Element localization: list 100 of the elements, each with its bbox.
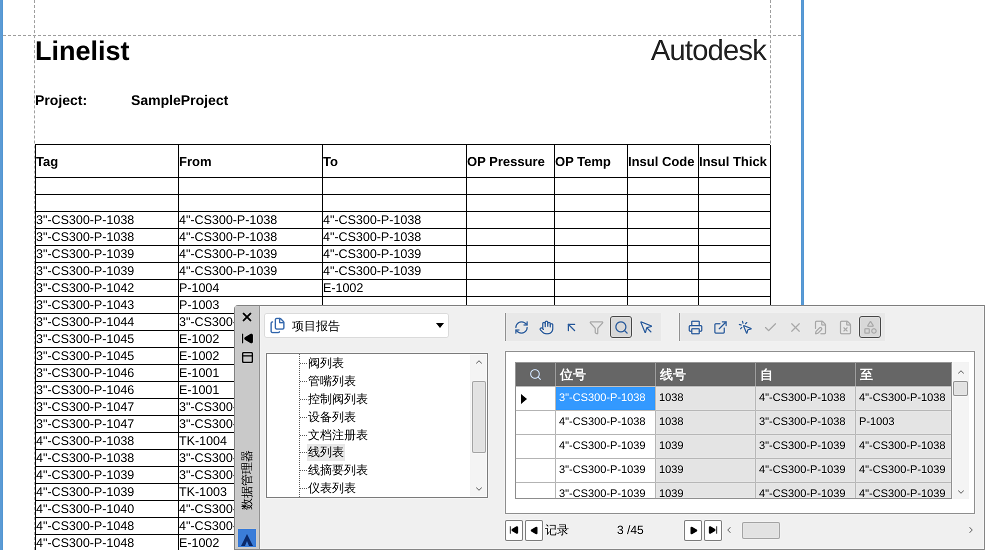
table-cell: 4"-CS300-P-1048 xyxy=(36,535,179,550)
table-cell: 4"-CS300-P-1040 xyxy=(36,501,179,518)
scrollbar-thumb[interactable] xyxy=(472,381,486,453)
grid-cell[interactable]: 1039 xyxy=(655,435,755,458)
table-cell xyxy=(699,263,771,280)
table-cell: 4"-CS300-P-1038 xyxy=(36,450,179,467)
grid-cell[interactable]: 4"-CS300-P-1039 xyxy=(855,483,951,498)
table-cell xyxy=(699,195,771,212)
tree-item[interactable]: 线列表 xyxy=(307,444,345,462)
project-label: Project: xyxy=(35,91,88,108)
edit-icon xyxy=(812,320,828,334)
column-header: OP Pressure xyxy=(467,145,555,178)
table-cell: 3"-CS300-P-1039 xyxy=(36,246,179,263)
scrollbar-thumb[interactable] xyxy=(953,381,968,396)
table-cell xyxy=(699,212,771,229)
table-cell: 4"-CS300-P-1039 xyxy=(179,246,323,263)
table-cell: P-1004 xyxy=(179,280,323,297)
pointer-icon xyxy=(638,320,654,334)
first-icon xyxy=(509,525,519,535)
table-cell xyxy=(628,212,699,229)
table-cell: 3"-CS300-P-1046 xyxy=(36,382,179,399)
grid-cell[interactable]: 3"-CS300-P-1039 xyxy=(755,435,855,458)
grid-column-header[interactable]: 至 xyxy=(855,363,951,386)
table-cell: 4"-CS300-P-1048 xyxy=(36,518,179,535)
properties-icon[interactable] xyxy=(240,351,254,364)
column-header: Insul Code xyxy=(628,145,699,178)
grid-cell[interactable]: 4"-CS300-P-1038 xyxy=(755,387,855,410)
search-icon xyxy=(529,368,542,381)
app-logo-icon[interactable] xyxy=(238,529,256,547)
grid-cell[interactable]: P-1003 xyxy=(855,411,951,434)
export-icon xyxy=(712,320,728,334)
filter-icon xyxy=(588,320,604,334)
logo: Autodesk xyxy=(650,36,766,66)
report-icon xyxy=(269,317,286,334)
report-select[interactable]: 项目报告 xyxy=(264,313,449,338)
grid-cell[interactable]: 4"-CS300-P-1038 xyxy=(855,387,951,410)
scrollbar[interactable] xyxy=(952,362,969,499)
table-cell: 4"-CS300-P-1038 xyxy=(323,229,467,246)
project-name: SampleProject xyxy=(131,91,228,108)
grid-cell[interactable]: 4"-CS300-P-1038 xyxy=(855,435,951,458)
grid-cell[interactable]: 1039 xyxy=(655,483,755,498)
grid-cell[interactable]: 1038 xyxy=(655,411,755,434)
record-label: 记录 xyxy=(545,522,570,539)
table-cell: E-1002 xyxy=(323,280,467,297)
table-cell: 3"-CS300-P-1046 xyxy=(36,365,179,382)
table-cell: 3"-CS300-P-1042 xyxy=(36,280,179,297)
table-cell: 4"-CS300-P-1039 xyxy=(36,484,179,501)
grid-column-header[interactable]: 位号 xyxy=(555,363,655,386)
table-cell: 4"-CS300-P-1038 xyxy=(36,433,179,450)
last-record-button[interactable] xyxy=(704,520,722,540)
refresh-icon xyxy=(514,320,528,334)
first-record-button[interactable] xyxy=(505,520,523,540)
column-header: Tag xyxy=(36,145,179,178)
table-cell: 3"-CS300-P-1038 xyxy=(36,212,179,229)
table-cell xyxy=(699,246,771,263)
record-position: 3 /45 xyxy=(617,522,645,539)
table-cell: 4"-CS300-P-1038 xyxy=(323,212,467,229)
grid-column-header[interactable]: 线号 xyxy=(655,363,755,386)
previous-record-button[interactable] xyxy=(525,520,543,540)
table-cell: 3"-CS300-P-1044 xyxy=(36,314,179,331)
column-header: Insul Thick xyxy=(699,145,771,178)
table-cell: 3"-CS300-P-1047 xyxy=(36,416,179,433)
grid-cell[interactable]: 3"-CS300-P-1038 xyxy=(755,411,855,434)
table-cell: 4"-CS300-P-1039 xyxy=(179,263,323,280)
search-icon xyxy=(614,320,628,334)
scrollbar-thumb[interactable] xyxy=(742,522,780,538)
table-cell: 3"-CS300-P-1043 xyxy=(36,297,179,314)
last-icon xyxy=(708,525,718,535)
column-header: OP Temp xyxy=(555,145,628,178)
table-cell xyxy=(628,263,699,280)
table-cell: 3"-CS300-P-1045 xyxy=(36,331,179,348)
table-cell: 3"-CS300-P-1047 xyxy=(36,399,179,416)
collapse-icon[interactable] xyxy=(240,332,254,345)
hand-icon xyxy=(538,320,554,334)
document-title: Linelist xyxy=(35,36,130,66)
toolbar-button[interactable] xyxy=(610,316,632,338)
scrollbar[interactable] xyxy=(470,354,487,497)
table-cell: 3"-CS300-P-1045 xyxy=(36,348,179,365)
letter-a-icon xyxy=(240,533,254,547)
table-cell: 4"-CS300-P-1038 xyxy=(179,229,323,246)
table-cell: 4"-CS300-P-1038 xyxy=(179,212,323,229)
grid-cell[interactable]: 4"-CS300-P-1039 xyxy=(755,483,855,498)
grid-column-header[interactable]: 自 xyxy=(755,363,855,386)
next-icon xyxy=(688,526,698,534)
table-cell xyxy=(628,246,699,263)
grid-cell[interactable]: 1039 xyxy=(655,459,755,482)
grid-cell[interactable]: 1038 xyxy=(655,387,755,410)
table-cell: 4"-CS300-P-1039 xyxy=(323,263,467,280)
table-cell xyxy=(699,178,771,195)
table-cell: 3"-CS300-P-1038 xyxy=(36,229,179,246)
table-cell xyxy=(628,195,699,212)
click-icon xyxy=(738,320,752,334)
column-header: To xyxy=(323,145,467,178)
table-cell xyxy=(628,229,699,246)
file-x-icon xyxy=(838,320,852,334)
grid-cell[interactable]: 4"-CS300-P-1039 xyxy=(855,459,951,482)
next-record-button[interactable] xyxy=(684,520,702,540)
table-cell xyxy=(628,178,699,195)
close-icon[interactable] xyxy=(240,310,254,324)
grid-cell[interactable]: 4"-CS300-P-1039 xyxy=(755,459,855,482)
